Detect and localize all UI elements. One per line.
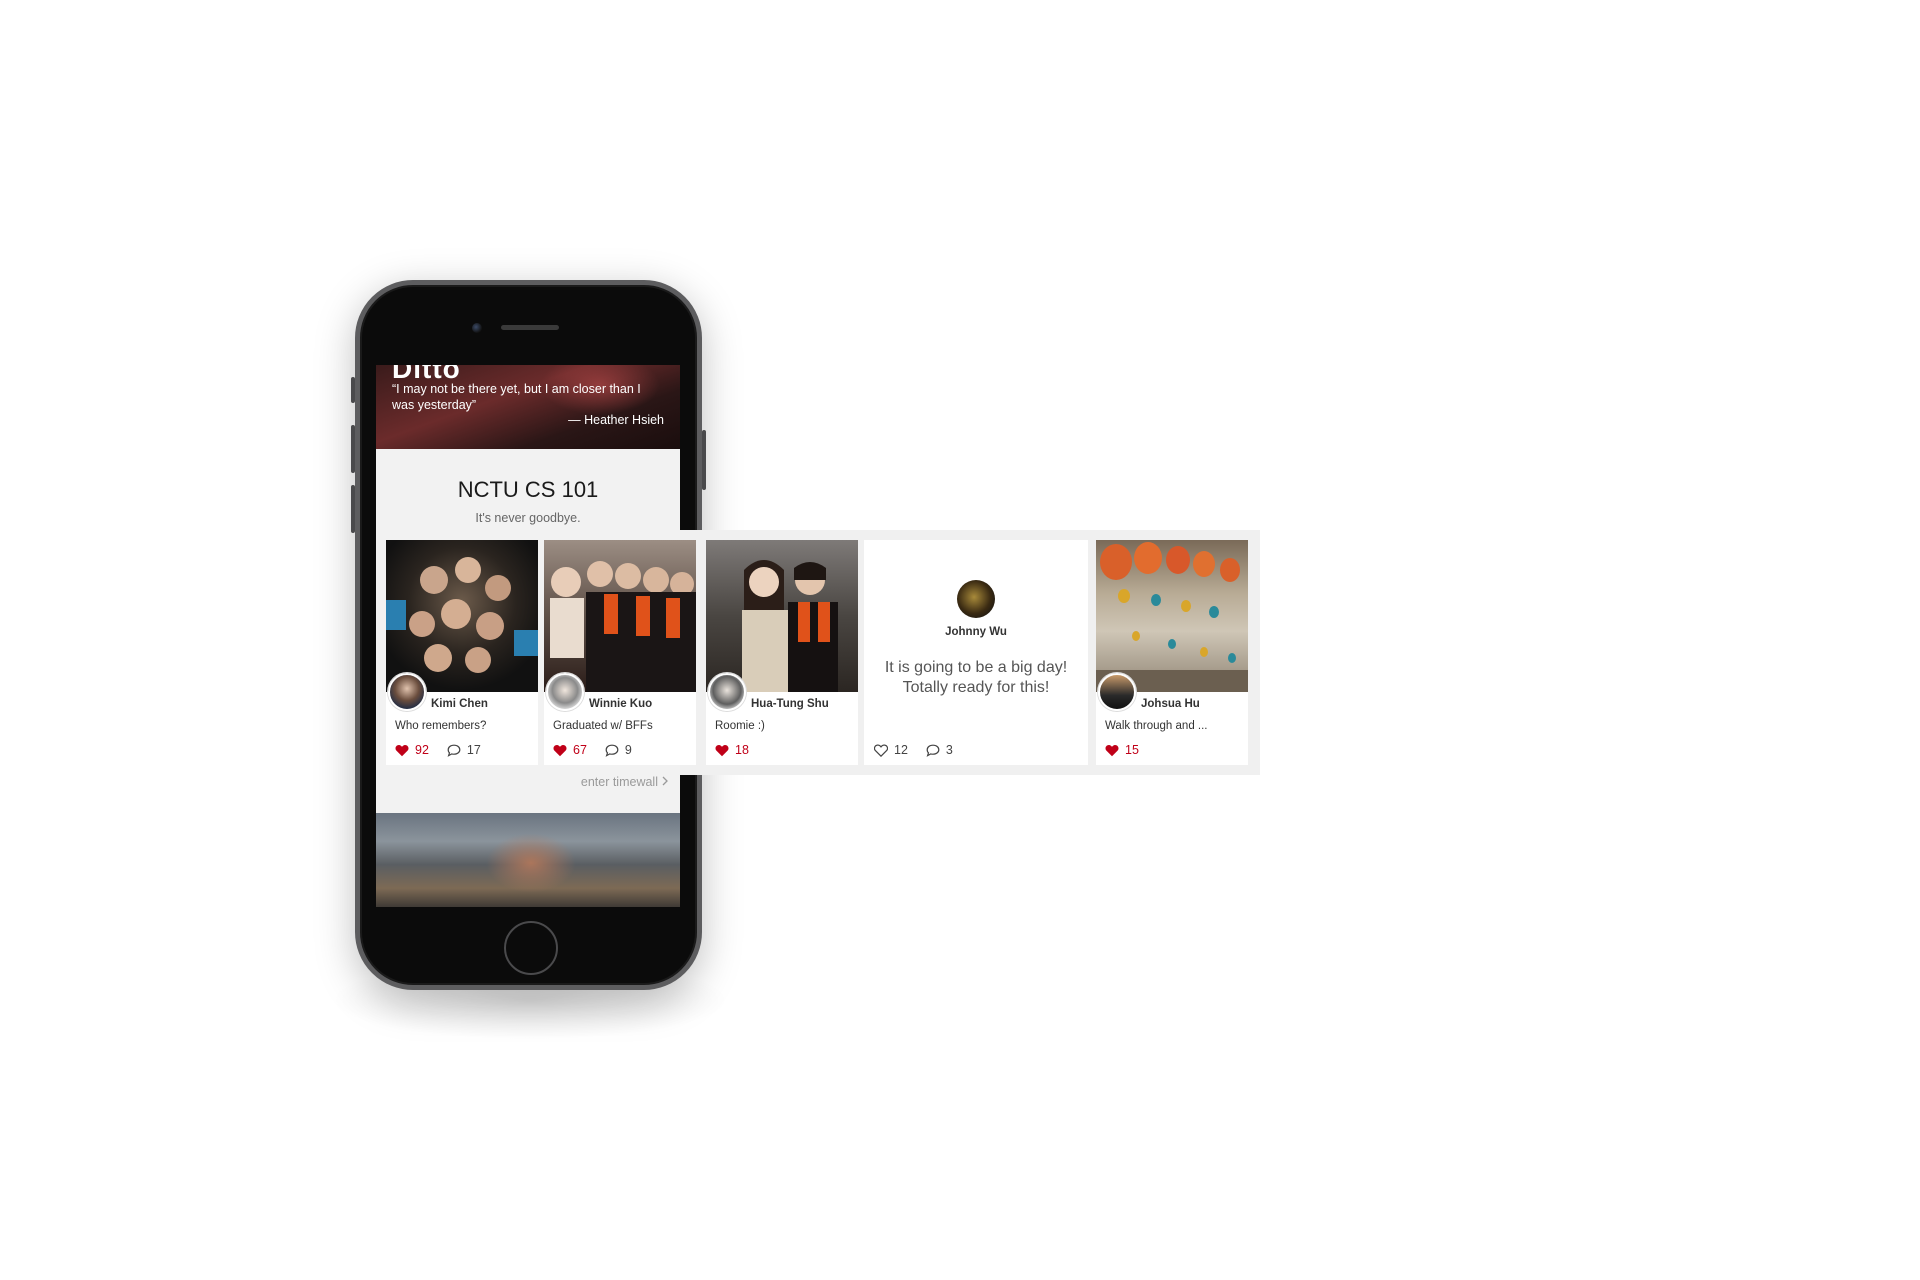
volume-up-button <box>351 425 355 473</box>
volume-down-button <box>351 485 355 533</box>
post-author[interactable]: Winnie Kuo <box>589 698 652 710</box>
post-photo <box>1096 540 1248 692</box>
post-caption: Who remembers? <box>395 720 487 732</box>
post-text: It is going to be a big day! Totally rea… <box>884 659 1068 696</box>
earpiece-speaker <box>501 325 559 330</box>
heart-icon <box>1105 744 1119 756</box>
post-card[interactable]: Johsua Hu Walk through and ... 15 <box>1096 540 1248 765</box>
like-button[interactable]: 67 <box>553 743 587 757</box>
author-avatar[interactable] <box>1098 673 1136 711</box>
comment-count: 9 <box>624 743 632 757</box>
post-caption: Walk through and ... <box>1105 720 1208 732</box>
post-caption: Roomie :) <box>715 720 765 732</box>
like-count: 12 <box>894 743 908 757</box>
enter-timewall-label: enter timewall <box>580 775 658 789</box>
comment-button[interactable]: 3 <box>926 743 953 757</box>
post-card[interactable]: Winnie Kuo Graduated w/ BFFs 67 9 <box>544 540 696 765</box>
front-camera <box>472 323 482 333</box>
comment-icon <box>926 744 940 757</box>
post-stats: 15 <box>1105 742 1157 758</box>
post-author[interactable]: Johsua Hu <box>1141 698 1200 710</box>
heart-icon <box>553 744 567 756</box>
hero-quote-author: — Heather Hsieh <box>568 413 664 427</box>
hero-banner: Ditto “I may not be there yet, but I am … <box>376 365 680 449</box>
mute-switch <box>351 377 355 403</box>
author-avatar[interactable] <box>708 673 746 711</box>
group-title: NCTU CS 101 <box>457 477 599 502</box>
heart-outline-icon <box>874 743 888 757</box>
next-group-cover-photo[interactable] <box>376 813 680 907</box>
chevron-right-icon <box>662 776 668 786</box>
author-avatar[interactable] <box>388 673 426 711</box>
like-count: 18 <box>735 743 749 757</box>
heart-icon <box>715 744 729 756</box>
post-stats: 12 3 <box>874 742 971 758</box>
post-photo <box>706 540 858 692</box>
post-photo <box>386 540 538 692</box>
group-subtitle: It's never goodbye. <box>475 511 581 525</box>
power-button <box>702 430 706 490</box>
post-author[interactable]: Johnny Wu <box>864 626 1088 638</box>
like-button[interactable]: 92 <box>395 743 429 757</box>
post-author[interactable]: Hua-Tung Shu <box>751 698 829 710</box>
author-avatar[interactable] <box>957 580 995 618</box>
home-button[interactable] <box>504 921 558 975</box>
post-stats: 92 17 <box>395 742 499 758</box>
post-card[interactable]: Hua-Tung Shu Roomie :) 18 <box>706 540 858 765</box>
post-caption: Graduated w/ BFFs <box>553 720 653 732</box>
like-count: 67 <box>573 743 587 757</box>
comment-count: 17 <box>466 743 481 757</box>
post-stats: 18 <box>715 742 767 758</box>
comment-icon <box>447 744 461 757</box>
like-button[interactable]: 18 <box>715 743 749 757</box>
like-count: 92 <box>415 743 429 757</box>
post-author[interactable]: Kimi Chen <box>431 698 488 710</box>
post-photo <box>544 540 696 692</box>
heart-icon <box>395 744 409 756</box>
like-count: 15 <box>1125 743 1139 757</box>
hero-quote: “I may not be there yet, but I am closer… <box>392 382 641 412</box>
group-photo-faces <box>550 561 696 692</box>
post-card[interactable]: Kimi Chen Who remembers? 92 17 <box>386 540 538 765</box>
balloon-hall-photo <box>1096 542 1248 692</box>
text-post-card[interactable]: Johnny Wu It is going to be a big day! T… <box>864 540 1088 765</box>
couple-photo <box>742 560 838 692</box>
comment-button[interactable]: 17 <box>447 743 481 757</box>
comment-count: 3 <box>945 743 953 757</box>
like-button[interactable]: 12 <box>874 743 908 757</box>
comment-button[interactable]: 9 <box>605 743 632 757</box>
comment-icon <box>605 744 619 757</box>
group-photo-faces <box>386 557 538 673</box>
like-button[interactable]: 15 <box>1105 743 1139 757</box>
author-avatar[interactable] <box>546 673 584 711</box>
enter-timewall-link[interactable]: enter timewall <box>581 775 668 789</box>
post-stats: 67 9 <box>553 742 650 758</box>
